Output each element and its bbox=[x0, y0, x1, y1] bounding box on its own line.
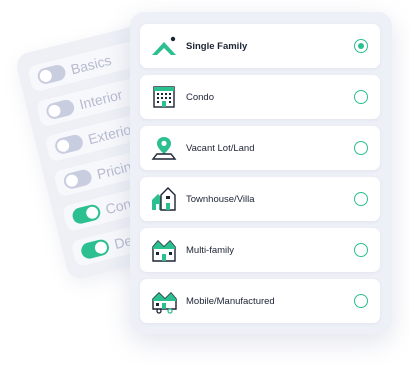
option-vacant-lot-land[interactable]: Vacant Lot/Land bbox=[140, 126, 380, 170]
radio-button[interactable] bbox=[354, 243, 368, 257]
section-label: Basics bbox=[69, 51, 113, 78]
option-label: Single Family bbox=[186, 40, 248, 52]
option-mobile-manufactured[interactable]: Mobile/Manufactured bbox=[140, 279, 380, 323]
section-toggle[interactable] bbox=[36, 63, 68, 86]
option-label: Multi-family bbox=[186, 244, 235, 256]
option-multi-family[interactable]: Multi-family bbox=[140, 228, 380, 272]
option-townhouse-villa[interactable]: Townhouse/Villa bbox=[140, 177, 380, 221]
radio-button[interactable] bbox=[354, 39, 368, 53]
radio-button[interactable] bbox=[354, 141, 368, 155]
option-condo[interactable]: Condo bbox=[140, 75, 380, 119]
section-toggle[interactable] bbox=[62, 168, 94, 191]
radio-button[interactable] bbox=[354, 90, 368, 104]
condo-building-icon bbox=[150, 83, 178, 111]
single-family-house-icon bbox=[150, 32, 178, 60]
option-label: Townhouse/Villa bbox=[186, 193, 255, 205]
section-toggle[interactable] bbox=[53, 133, 85, 156]
radio-button[interactable] bbox=[354, 294, 368, 308]
townhouse-icon bbox=[150, 185, 178, 213]
section-toggle[interactable] bbox=[70, 203, 102, 226]
mobile-home-icon bbox=[150, 287, 178, 315]
option-label: Mobile/Manufactured bbox=[186, 295, 275, 307]
multi-family-icon bbox=[150, 236, 178, 264]
section-label: Interior bbox=[77, 86, 124, 113]
map-pin-land-icon bbox=[150, 134, 178, 162]
option-label: Condo bbox=[186, 91, 214, 103]
radio-button[interactable] bbox=[354, 192, 368, 206]
option-label: Vacant Lot/Land bbox=[186, 142, 255, 154]
section-toggle[interactable] bbox=[79, 237, 111, 261]
section-toggle[interactable] bbox=[44, 98, 76, 121]
option-single-family[interactable]: Single Family bbox=[140, 24, 380, 68]
property-type-card: Single Family Condo Vacant Lot/Land Town… bbox=[130, 12, 392, 334]
